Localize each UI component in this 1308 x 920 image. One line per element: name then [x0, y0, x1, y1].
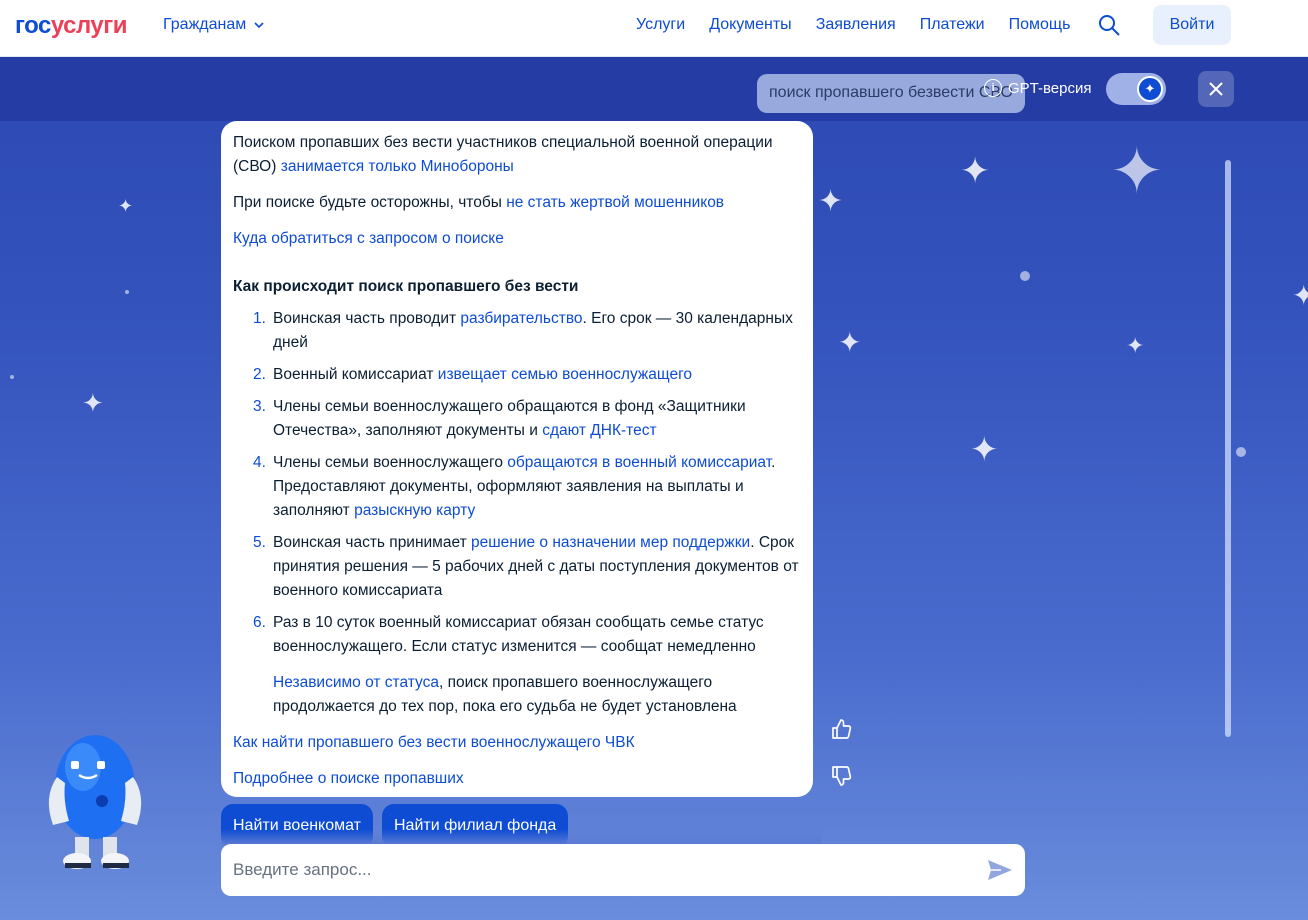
answer-paragraph: Как найти пропавшего без вести военнослу…	[233, 731, 801, 755]
status-note: Независимо от статуса, поиск пропавшего …	[233, 671, 801, 719]
citizens-label: Гражданам	[163, 16, 247, 33]
assistant-robot-mascot-icon	[48, 735, 142, 869]
buttons-fade-overlay	[221, 829, 821, 845]
decor-dot	[1236, 447, 1246, 457]
sparkle-icon: ✦	[970, 431, 999, 469]
step-text: Военный комиссариат	[273, 366, 438, 383]
answer-paragraph: Поиском пропавших без вести участников с…	[233, 131, 801, 179]
step-link[interactable]: обращаются в военный комиссариат	[507, 454, 771, 471]
step-item: 3. Члены семьи военнослужащего обращаются…	[253, 395, 801, 443]
sparkle-icon: ✦	[1292, 280, 1308, 311]
search-icon[interactable]	[1097, 13, 1121, 37]
decor-dot	[10, 375, 14, 379]
link-ministry-defense[interactable]: занимается только Минобороны	[281, 158, 514, 175]
login-button[interactable]: Войти	[1153, 5, 1231, 45]
answer-text: При поиске будьте осторожны, чтобы	[233, 194, 507, 211]
decor-dot	[1020, 271, 1030, 281]
step-item: 6. Раз в 10 суток военный комиссариат обя…	[253, 611, 801, 659]
sparkle-icon: ✦	[960, 150, 991, 191]
sparkle-icon: ✦	[818, 185, 844, 218]
nav-documents[interactable]: Документы	[709, 16, 791, 34]
sparkle-icon: ✦	[838, 327, 862, 358]
chat-scrollbar[interactable]	[1225, 160, 1231, 737]
send-icon[interactable]	[987, 858, 1013, 882]
step-item: 4. Члены семьи военнослужащего обращаются…	[253, 451, 801, 523]
step-number: 1.	[253, 310, 266, 327]
gosuslugi-logo[interactable]: госуслуги	[15, 12, 128, 40]
step-link[interactable]: разбирательство	[460, 310, 582, 327]
chat-input-container	[221, 844, 1025, 896]
steps-list: 1. Воинская часть проводит разбирательств…	[253, 307, 801, 659]
gpt-version-label: GPT-версия	[1008, 79, 1092, 97]
sparkle-icon: ✦	[1137, 76, 1163, 102]
logo-part-gos: гос	[15, 12, 51, 39]
nav-payments[interactable]: Платежи	[920, 16, 985, 34]
step-link[interactable]: извещает семью военнослужащего	[438, 366, 692, 383]
gpt-version-toggle[interactable]: ✦	[1106, 73, 1166, 105]
step-text: Воинская часть проводит	[273, 310, 461, 327]
step-link[interactable]: разыскную карту	[354, 502, 475, 519]
chat-query-input[interactable]	[233, 844, 973, 896]
thumbs-up-icon[interactable]	[829, 717, 853, 741]
step-number: 4.	[253, 454, 266, 471]
step-text: Члены семьи военнослужащего	[273, 454, 508, 471]
step-text: Воинская часть принимает	[273, 534, 471, 551]
decor-dot	[125, 290, 129, 294]
step-number: 5.	[253, 534, 266, 551]
main-nav: Услуги Документы Заявления Платежи Помощ…	[636, 16, 1070, 34]
step-text: Раз в 10 суток военный комиссариат обяза…	[273, 614, 764, 655]
answer-paragraph: Куда обратиться с запросом о поиске	[233, 227, 801, 251]
assistant-answer-card: Поиском пропавших без вести участников с…	[221, 121, 813, 797]
step-text: Члены семьи военнослужащего обращаются в…	[273, 398, 746, 439]
citizens-dropdown[interactable]: Гражданам	[163, 16, 266, 34]
step-item: 2. Военный комиссариат извещает семью вое…	[253, 363, 801, 387]
link-regardless-status[interactable]: Независимо от статуса	[273, 674, 439, 691]
sparkle-icon: ✦	[1110, 135, 1164, 207]
step-item: 5. Воинская часть принимает решение о наз…	[253, 531, 801, 603]
chevron-down-icon	[254, 22, 264, 29]
close-icon	[1209, 82, 1223, 96]
step-number: 6.	[253, 614, 266, 631]
step-number: 2.	[253, 366, 266, 383]
link-fraud-warning[interactable]: не стать жертвой мошенников	[506, 194, 724, 211]
close-chat-button[interactable]	[1198, 71, 1234, 107]
info-icon[interactable]: i	[984, 79, 1002, 97]
link-pmc-search[interactable]: Как найти пропавшего без вести военнослу…	[233, 734, 635, 751]
sparkle-icon: ✦	[82, 388, 104, 418]
gpt-version-label-group: i GPT-версия	[984, 79, 1092, 97]
step-number: 3.	[253, 398, 266, 415]
sparkle-icon: ✦	[1126, 333, 1145, 358]
chat-area: ✦ ✦ ✦ ✦ ✦ ✦ ✦ ✦ ✦ поиск пропавшего безве…	[0, 57, 1308, 920]
answer-paragraph: При поиске будьте осторожны, чтобы не ст…	[233, 191, 801, 215]
step-link[interactable]: решение о назначении мер поддержки	[471, 534, 750, 551]
step-item: 1. Воинская часть проводит разбирательств…	[253, 307, 801, 355]
sparkle-icon: ✦	[118, 196, 134, 216]
steps-heading: Как происходит поиск пропавшего без вест…	[233, 278, 579, 295]
nav-help[interactable]: Помощь	[1009, 16, 1071, 34]
logo-part-uslugi: услуги	[50, 12, 128, 39]
nav-applications[interactable]: Заявления	[816, 16, 896, 34]
link-more-info[interactable]: Подробнее о поиске пропавших	[233, 770, 464, 787]
thumbs-down-icon[interactable]	[829, 764, 853, 788]
nav-services[interactable]: Услуги	[636, 16, 685, 34]
link-where-to-apply[interactable]: Куда обратиться с запросом о поиске	[233, 230, 504, 247]
answer-paragraph: Подробнее о поиске пропавших	[233, 767, 801, 791]
step-link[interactable]: сдают ДНК-тест	[542, 422, 656, 439]
site-header: госуслуги Гражданам Услуги Документы Зая…	[0, 0, 1308, 57]
